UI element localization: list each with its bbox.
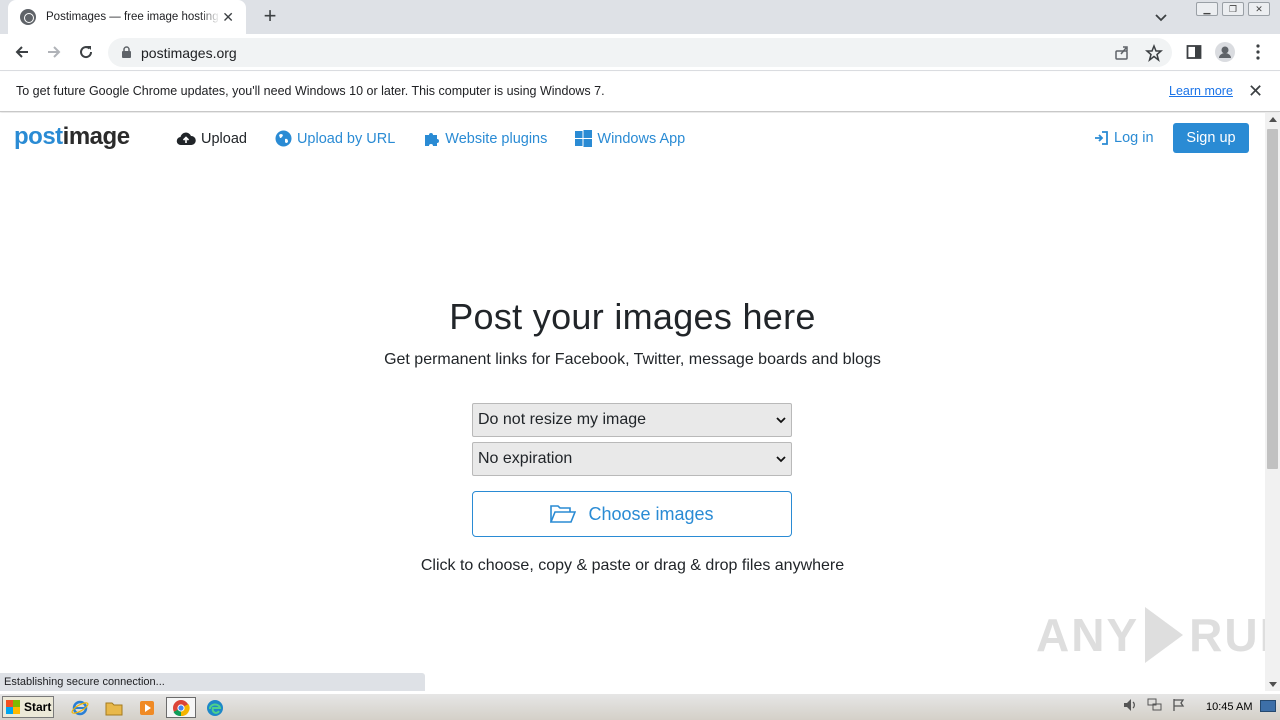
new-tab-button[interactable]: + [259,5,281,28]
edge-taskbar-button[interactable] [203,697,227,718]
edge-icon [207,699,223,716]
lock-icon[interactable] [122,46,131,58]
back-button[interactable] [10,40,34,64]
file-explorer-button[interactable] [102,697,126,718]
start-button[interactable]: Start [2,696,54,718]
nav-windows-app-label: Windows App [597,130,686,147]
reload-icon [80,46,93,59]
login-link[interactable]: Log in [1094,130,1154,146]
share-icon[interactable] [1113,44,1131,62]
internet-explorer-icon [71,700,89,715]
upload-hint: Click to choose, copy & paste or drag & … [420,557,845,574]
logo-part-image: image [62,123,130,150]
system-tray [1122,696,1194,714]
back-arrow-icon [15,46,28,58]
infobar-close-icon[interactable]: ✕ [1248,82,1263,100]
profile-avatar-icon [1215,42,1235,62]
folder-open-icon [550,505,577,523]
scroll-up-arrow-icon[interactable] [1269,117,1277,122]
windows-icon [575,130,593,147]
taskbar-clock[interactable]: 10:45 AM [1206,701,1252,713]
tab-search-chevron-icon[interactable] [1152,8,1170,26]
signup-button[interactable]: Sign up [1173,123,1249,153]
scroll-thumb[interactable] [1267,129,1278,469]
start-label: Start [24,700,52,714]
play-icon [1145,607,1184,663]
url-text: postimages.org [141,45,237,61]
choose-images-button[interactable]: Choose images [472,491,792,537]
media-player-button[interactable] [135,697,159,718]
choose-images-label: Choose images [588,503,714,524]
nav-upload-label: Upload [201,130,247,147]
cloud-upload-icon [176,132,196,145]
site-nav: Upload Upload by URL Website plugins Win… [176,130,713,147]
globe-icon [275,130,292,147]
logo-part-post: post [14,123,63,150]
page-content: postimage Upload Upload by URL Website p… [0,113,1265,691]
nav-website-plugins-label: Website plugins [445,130,548,147]
resize-select[interactable]: Do not resize my image [472,403,792,437]
resize-select-value: Do not resize my image [478,411,647,428]
bookmark-star-icon[interactable] [1145,44,1163,62]
infobar-message: To get future Google Chrome updates, you… [16,84,605,98]
restore-button[interactable]: ❐ [1222,2,1244,16]
expiration-select[interactable]: No expiration [472,442,792,476]
watermark-right: RUN [1189,609,1265,661]
windows-taskbar: Start 10:45 AM [0,693,1280,720]
expiration-select-value: No expiration [478,450,573,467]
show-desktop-button[interactable] [1260,700,1276,712]
nav-upload-by-url-label: Upload by URL [296,130,396,147]
tab-close-icon[interactable]: ✕ [220,9,236,26]
chevron-down-icon [776,417,786,424]
nav-windows-app[interactable]: Windows App [575,130,685,147]
action-center-flag-icon[interactable] [1170,696,1188,714]
tab-strip: Postimages — free image hosting / image … [0,0,1280,34]
hero-subtitle: Get permanent links for Facebook, Twitte… [384,351,881,368]
watermark-left: ANY [1036,609,1140,661]
minimize-button[interactable]: ▁ [1196,2,1218,16]
sign-in-icon [1095,131,1108,145]
chevron-down-icon [776,456,786,463]
site-favicon-icon [20,9,36,25]
internet-explorer-button[interactable] [68,697,92,718]
puzzle-icon [425,133,440,146]
postimage-logo[interactable]: postimage [14,123,130,151]
profile-button[interactable] [1215,42,1235,62]
close-window-button[interactable]: ✕ [1248,2,1270,16]
nav-website-plugins[interactable]: Website plugins [423,130,547,147]
nav-upload-by-url[interactable]: Upload by URL [275,130,395,147]
nav-upload[interactable]: Upload [176,131,247,147]
chrome-icon [173,699,190,716]
windows-flag-icon [6,700,20,714]
anyrun-watermark: ANY RUN [1036,607,1265,663]
chrome-menu-button[interactable] [1248,42,1268,62]
browser-toolbar: postimages.org [0,34,1280,71]
chrome-taskbar-button[interactable] [166,697,196,718]
network-icon[interactable] [1146,696,1164,714]
vertical-scrollbar[interactable] [1265,113,1280,691]
hero-title: Post your images here [449,296,816,337]
login-label: Log in [1114,130,1154,146]
volume-icon[interactable] [1122,696,1140,714]
side-panel-button[interactable] [1184,42,1204,62]
window-controls: ▁ ❐ ✕ [1196,2,1270,16]
kebab-menu-icon [1256,44,1260,60]
forward-button[interactable] [42,40,66,64]
forward-arrow-icon [48,46,61,58]
media-player-icon [140,700,154,715]
reload-button[interactable] [74,40,98,64]
address-bar[interactable]: postimages.org [108,38,1172,67]
learn-more-link[interactable]: Learn more [1169,84,1233,98]
side-panel-icon [1186,45,1202,59]
status-bubble: Establishing secure connection... [0,673,425,691]
update-infobar: To get future Google Chrome updates, you… [0,72,1280,112]
file-explorer-icon [105,702,123,715]
scroll-down-arrow-icon[interactable] [1269,682,1277,687]
tab-title: Postimages — free image hosting / image … [46,11,220,23]
browser-tab[interactable]: Postimages — free image hosting / image … [8,0,246,34]
